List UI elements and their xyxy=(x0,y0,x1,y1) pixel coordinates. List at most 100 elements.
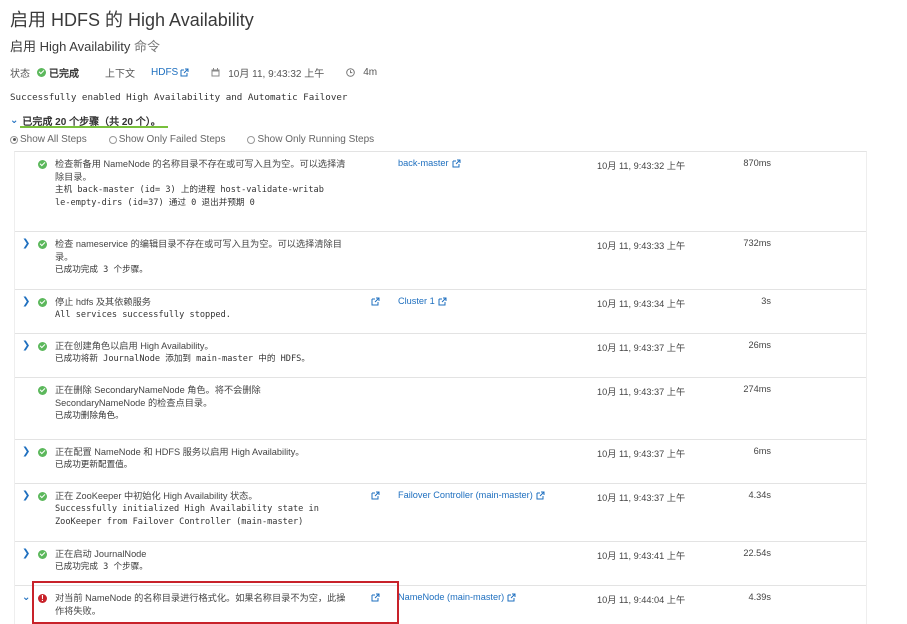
step-time: 10月 11, 9:43:32 上午 xyxy=(597,161,686,171)
step-duration: 6ms xyxy=(753,446,771,456)
external-link-icon[interactable] xyxy=(507,593,516,602)
step-description-line: 录。 xyxy=(55,252,74,262)
step-description-line: 正在 ZooKeeper 中初始化 High Availability 状态。 xyxy=(55,491,258,501)
step-result-line: 已成功完成 3 个步骤。 xyxy=(55,562,148,572)
step-description-line: SecondaryNameNode 的检查点目录。 xyxy=(55,398,213,408)
step-result-line: Successfully initialized High Availabili… xyxy=(55,504,319,514)
step-description: 检查新备用 NameNode 的名称目录不存在或可写入且为空。可以选择清 除目录。… xyxy=(55,158,365,210)
step-description: 正在删除 SecondaryNameNode 角色。将不会删除 Secondary… xyxy=(55,384,365,423)
step-row[interactable]: ❯ 正在配置 NameNode 和 HDFS 服务以启用 High Availab… xyxy=(15,440,866,484)
step-target-text[interactable]: Failover Controller (main-master) xyxy=(398,490,533,500)
success-check-icon xyxy=(38,550,47,559)
filter-label[interactable]: Show All Steps xyxy=(20,134,87,145)
filter-running-steps[interactable]: Show Only Running Steps xyxy=(247,134,374,145)
external-link-icon[interactable] xyxy=(180,68,189,77)
chevron-right-icon[interactable]: ❯ xyxy=(22,340,30,351)
steps-toggle-underline xyxy=(20,126,168,128)
chevron-right-icon[interactable]: ❯ xyxy=(22,490,30,501)
status-date: 10月 11, 9:43:32 上午 xyxy=(228,69,325,80)
step-row[interactable]: 检查新备用 NameNode 的名称目录不存在或可写入且为空。可以选择清 除目录。… xyxy=(15,152,866,232)
step-duration: 4.39s xyxy=(748,592,771,602)
step-row[interactable]: ❯ 正在 ZooKeeper 中初始化 High Availability 状态。… xyxy=(15,484,866,542)
step-description: 正在 ZooKeeper 中初始化 High Availability 状态。 S… xyxy=(55,490,365,529)
step-description: 正在启动 JournalNode 已成功完成 3 个步骤。 xyxy=(55,548,365,574)
chevron-down-icon[interactable]: ⌄ xyxy=(22,592,30,603)
step-target-link[interactable]: Cluster 1 xyxy=(398,296,447,306)
chevron-right-icon[interactable]: ❯ xyxy=(22,446,30,457)
status-label: 状态 xyxy=(10,69,30,80)
external-link-icon[interactable] xyxy=(452,159,461,168)
step-description-line: 正在配置 NameNode 和 HDFS 服务以启用 High Availabi… xyxy=(55,447,305,457)
success-check-icon xyxy=(37,68,46,77)
filter-label[interactable]: Show Only Failed Steps xyxy=(119,134,226,145)
external-link-icon[interactable] xyxy=(438,297,447,306)
success-check-icon xyxy=(38,160,47,169)
step-time: 10月 11, 9:43:33 上午 xyxy=(597,241,686,251)
step-target-link[interactable]: back-master xyxy=(398,158,461,168)
step-result-line: le-empty-dirs (id=37) 通过 0 退出并预期 0 xyxy=(55,198,255,208)
step-time: 10月 11, 9:43:37 上午 xyxy=(597,493,686,503)
chevron-right-icon[interactable]: ❯ xyxy=(22,238,30,249)
step-duration: 274ms xyxy=(743,384,771,394)
chevron-down-icon[interactable]: ⌄ xyxy=(10,115,18,126)
radio-icon[interactable] xyxy=(247,135,256,144)
step-duration: 3s xyxy=(761,296,771,306)
step-description: 正在配置 NameNode 和 HDFS 服务以启用 High Availabi… xyxy=(55,446,365,472)
step-description: 检查 nameservice 的编辑目录不存在或可写入且为空。可以选择清除目 录。… xyxy=(55,238,365,277)
highlight-box xyxy=(32,581,399,624)
filter-failed-steps[interactable]: Show Only Failed Steps xyxy=(108,134,226,145)
success-check-icon xyxy=(38,240,47,249)
step-target-text[interactable]: Cluster 1 xyxy=(398,296,435,306)
success-check-icon xyxy=(38,492,47,501)
external-link-icon[interactable] xyxy=(536,491,545,500)
step-time: 10月 11, 9:43:37 上午 xyxy=(597,343,686,353)
step-duration: 4.34s xyxy=(748,490,771,500)
status-bar: 状态 已完成 上下文 HDFS 10月 11, 9:43:32 上午 4m xyxy=(10,65,377,80)
step-row[interactable]: 正在删除 SecondaryNameNode 角色。将不会删除 Secondary… xyxy=(15,378,866,440)
step-description-line: 除目录。 xyxy=(55,172,92,182)
page-title: 启用 HDFS 的 High Availability xyxy=(10,10,254,30)
filter-all-steps[interactable]: Show All Steps xyxy=(10,134,87,145)
radio-icon[interactable] xyxy=(108,135,117,144)
step-time: 10月 11, 9:43:37 上午 xyxy=(597,387,686,397)
step-description-line: 正在启动 JournalNode xyxy=(55,549,147,559)
step-row[interactable]: ❯ 正在创建角色以启用 High Availability。已成功将新 Journ… xyxy=(15,334,866,378)
radio-selected-icon[interactable] xyxy=(10,135,18,144)
success-check-icon xyxy=(38,448,47,457)
step-result-line: 已成功更新配置值。 xyxy=(55,460,133,470)
step-duration: 26ms xyxy=(748,340,771,350)
step-description-line: 停止 hdfs 及其依赖服务 xyxy=(55,297,151,307)
status-duration: 4m xyxy=(363,67,378,78)
step-duration: 732ms xyxy=(743,238,771,248)
command-result-message: Successfully enabled High Availability a… xyxy=(10,92,348,103)
step-target-text[interactable]: back-master xyxy=(398,158,449,168)
status-value: 已完成 xyxy=(49,69,79,80)
success-check-icon xyxy=(38,342,47,351)
step-time: 10月 11, 9:43:37 上午 xyxy=(597,449,686,459)
step-row[interactable]: ❯ 正在启动 JournalNode 已成功完成 3 个步骤。 10月 11, 9:4… xyxy=(15,542,866,586)
context-link-text[interactable]: HDFS xyxy=(151,67,178,78)
step-target-link[interactable]: NameNode (main-master) xyxy=(398,592,516,602)
step-target-text[interactable]: NameNode (main-master) xyxy=(398,592,504,602)
success-check-icon xyxy=(38,386,47,395)
step-row[interactable]: ❯ 停止 hdfs 及其依赖服务 All services successfully… xyxy=(15,290,866,334)
step-duration: 870ms xyxy=(743,158,771,168)
context-label: 上下文 xyxy=(105,69,135,80)
external-link-icon[interactable] xyxy=(371,297,380,306)
calendar-icon xyxy=(211,68,220,77)
step-description-line: 正在创建角色以启用 High Availability。 xyxy=(55,341,214,351)
external-link-icon[interactable] xyxy=(371,491,380,500)
steps-table: 检查新备用 NameNode 的名称目录不存在或可写入且为空。可以选择清 除目录。… xyxy=(14,151,867,624)
step-target-link[interactable]: Failover Controller (main-master) xyxy=(398,490,545,500)
filter-label[interactable]: Show Only Running Steps xyxy=(257,134,374,145)
subtitle-main: 启用 High Availability xyxy=(10,39,131,54)
chevron-right-icon[interactable]: ❯ xyxy=(22,296,30,307)
step-time: 10月 11, 9:43:41 上午 xyxy=(597,551,686,561)
step-time: 10月 11, 9:44:04 上午 xyxy=(597,595,686,605)
step-result-line: 已成功将新 JournalNode 添加到 main-master 中的 HDF… xyxy=(55,354,310,364)
subtitle-suffix: 命令 xyxy=(134,39,161,54)
context-link-hdfs[interactable]: HDFS xyxy=(151,67,189,78)
clock-icon xyxy=(346,68,356,77)
step-row[interactable]: ❯ 检查 nameservice 的编辑目录不存在或可写入且为空。可以选择清除目录… xyxy=(15,232,866,290)
chevron-right-icon[interactable]: ❯ xyxy=(22,548,30,559)
